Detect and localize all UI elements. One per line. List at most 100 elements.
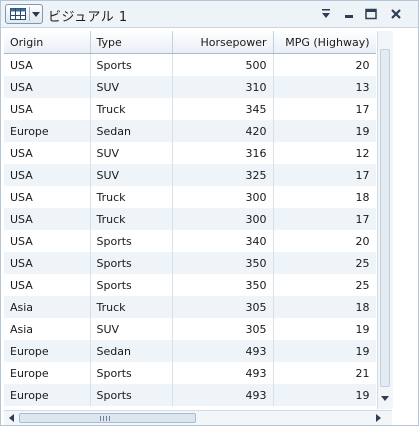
minimize-icon[interactable]: [342, 7, 356, 21]
table-row[interactable]: USA SUV 325 17: [4, 164, 376, 186]
vertical-scrollbar[interactable]: [377, 31, 393, 409]
table-row[interactable]: Asia Truck 305 18: [4, 296, 376, 318]
cell-horsepower: 325: [172, 164, 274, 186]
cell-horsepower: 310: [172, 76, 274, 98]
cell-origin: USA: [4, 230, 91, 252]
cell-horsepower: 350: [172, 252, 274, 274]
scroll-grip-icon: [100, 416, 112, 421]
scroll-down-arrow-icon[interactable]: [381, 396, 389, 401]
cell-type: Truck: [90, 296, 173, 318]
cell-mpg-highway: 17: [273, 98, 376, 120]
cell-origin: USA: [4, 98, 91, 120]
cell-origin: USA: [4, 164, 91, 186]
table-row[interactable]: USA Truck 300 18: [4, 186, 376, 208]
cell-horsepower: 345: [172, 98, 274, 120]
cell-type: Sedan: [90, 120, 173, 142]
table-row[interactable]: Europe Sedan 493 19: [4, 340, 376, 362]
cell-mpg-highway: 19: [273, 318, 376, 340]
cell-origin: Europe: [4, 362, 91, 384]
visual-window: ビジュアル 1 Origin Type Horsepower MPG (High…: [0, 0, 419, 426]
cell-horsepower: 300: [172, 186, 274, 208]
table-row[interactable]: Asia SUV 305 19: [4, 318, 376, 340]
table-row[interactable]: Europe Sports 493 19: [4, 384, 376, 406]
cell-horsepower: 493: [172, 384, 274, 406]
cell-type: Truck: [90, 186, 173, 208]
cell-mpg-highway: 12: [273, 142, 376, 164]
cell-horsepower: 305: [172, 296, 274, 318]
table-row[interactable]: USA Sports 350 25: [4, 274, 376, 296]
table-row[interactable]: Europe Sports 493 21: [4, 362, 376, 384]
table-row[interactable]: USA Truck 345 17: [4, 98, 376, 120]
cell-type: Sports: [90, 230, 173, 252]
cell-origin: Europe: [4, 384, 91, 406]
cell-horsepower: 493: [172, 340, 274, 362]
cell-horsepower: 340: [172, 230, 274, 252]
title-bar: ビジュアル 1: [1, 1, 418, 28]
cell-origin: USA: [4, 186, 91, 208]
visual-type-button[interactable]: [5, 4, 43, 24]
cell-origin: USA: [4, 76, 91, 98]
column-header-mpg-highway[interactable]: MPG (Highway): [273, 31, 376, 54]
header-row: Origin Type Horsepower MPG (Highway): [4, 31, 376, 54]
cell-mpg-highway: 20: [273, 230, 376, 252]
cell-mpg-highway: 17: [273, 208, 376, 230]
cell-mpg-highway: 19: [273, 120, 376, 142]
cell-horsepower: 305: [172, 318, 274, 340]
table-row[interactable]: Europe Sedan 420 19: [4, 120, 376, 142]
cell-type: SUV: [90, 318, 173, 340]
cell-horsepower: 300: [172, 208, 274, 230]
cell-horsepower: 350: [172, 274, 274, 296]
cell-origin: USA: [4, 142, 91, 164]
cell-type: SUV: [90, 142, 173, 164]
close-icon[interactable]: [389, 7, 403, 21]
data-table-area: Origin Type Horsepower MPG (Highway) USA…: [4, 31, 376, 409]
cell-origin: Asia: [4, 296, 91, 318]
chevron-down-icon[interactable]: [32, 12, 40, 17]
cell-origin: Europe: [4, 340, 91, 362]
cell-origin: USA: [4, 53, 91, 76]
cell-type: Truck: [90, 208, 173, 230]
cell-mpg-highway: 25: [273, 274, 376, 296]
cell-type: Sedan: [90, 340, 173, 362]
column-header-origin[interactable]: Origin: [4, 31, 91, 54]
options-menu-icon[interactable]: [319, 7, 333, 21]
cell-mpg-highway: 19: [273, 384, 376, 406]
table-icon: [10, 8, 26, 20]
column-header-type[interactable]: Type: [90, 31, 173, 54]
cell-horsepower: 316: [172, 142, 274, 164]
cell-mpg-highway: 19: [273, 340, 376, 362]
cell-horsepower: 420: [172, 120, 274, 142]
cell-type: Sports: [90, 362, 173, 384]
cell-mpg-highway: 13: [273, 76, 376, 98]
scroll-left-arrow-icon[interactable]: [9, 414, 14, 422]
cell-origin: USA: [4, 208, 91, 230]
cell-mpg-highway: 18: [273, 186, 376, 208]
cell-type: Sports: [90, 274, 173, 296]
cell-mpg-highway: 17: [273, 164, 376, 186]
table-row[interactable]: USA Sports 500 20: [4, 53, 376, 76]
horizontal-scroll-thumb[interactable]: [19, 413, 196, 423]
cell-origin: Europe: [4, 120, 91, 142]
cell-horsepower: 500: [172, 53, 274, 76]
window-title: ビジュアル 1: [48, 10, 128, 25]
table-row[interactable]: USA Sports 350 25: [4, 252, 376, 274]
cell-type: Truck: [90, 98, 173, 120]
data-table: Origin Type Horsepower MPG (Highway) USA…: [4, 31, 376, 406]
horizontal-scrollbar[interactable]: [4, 410, 392, 425]
column-header-horsepower[interactable]: Horsepower: [172, 31, 274, 54]
table-row[interactable]: USA SUV 310 13: [4, 76, 376, 98]
scroll-right-arrow-icon[interactable]: [376, 414, 381, 422]
table-row[interactable]: USA Sports 340 20: [4, 230, 376, 252]
cell-origin: USA: [4, 274, 91, 296]
vertical-scroll-thumb[interactable]: [380, 49, 390, 387]
table-row[interactable]: USA Truck 300 17: [4, 208, 376, 230]
cell-type: Sports: [90, 252, 173, 274]
maximize-icon[interactable]: [364, 7, 378, 21]
cell-origin: USA: [4, 252, 91, 274]
cell-mpg-highway: 21: [273, 362, 376, 384]
cell-type: Sports: [90, 384, 173, 406]
table-row[interactable]: USA SUV 316 12: [4, 142, 376, 164]
cell-type: SUV: [90, 164, 173, 186]
cell-mpg-highway: 25: [273, 252, 376, 274]
cell-type: SUV: [90, 76, 173, 98]
